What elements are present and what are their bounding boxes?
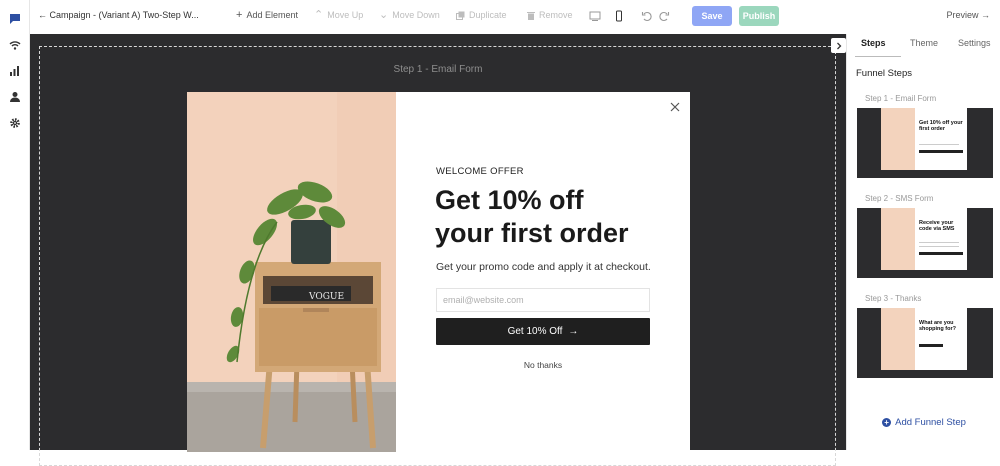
offer-subtext: Get your promo code and apply it at chec…: [436, 261, 651, 273]
desktop-view-icon[interactable]: [589, 9, 601, 21]
analytics-icon[interactable]: [6, 62, 24, 80]
step-name: Step 3 - Thanks: [865, 294, 922, 303]
right-panel: Steps Theme Settings Funnel Steps Step 1…: [846, 34, 1000, 450]
move-down-button[interactable]: ⌄ Move Down: [379, 8, 440, 21]
preview-link[interactable]: Preview →: [946, 10, 990, 20]
step-thumbnail: What are you shopping for?: [857, 308, 993, 378]
tab-theme[interactable]: Theme: [910, 38, 938, 48]
trash-icon: [527, 11, 535, 20]
add-funnel-step-button[interactable]: + Add Funnel Step: [847, 417, 1000, 428]
left-icon-rail: [0, 0, 30, 450]
popup-preview[interactable]: VOGUE WELCOME OFFER Get 10% off your fir…: [187, 92, 690, 452]
step-thumbnail: Get 10% off your first order: [857, 108, 993, 178]
tab-settings[interactable]: Settings: [958, 38, 991, 48]
funnel-step-card[interactable]: Step 2 - SMS Form Receive your code via …: [857, 194, 993, 278]
chevron-right-icon: [836, 42, 841, 49]
chat-icon[interactable]: [6, 10, 24, 28]
headline-line-1: Get 10% off: [435, 185, 584, 215]
wifi-icon[interactable]: [6, 36, 24, 54]
magazine-text: VOGUE: [308, 292, 344, 302]
cta-label: Get 10% Off: [507, 326, 563, 337]
plus-circle-icon: +: [882, 418, 892, 427]
arrow-right-icon: →: [568, 326, 579, 337]
thumbnail-text: Receive your code via SMS: [919, 220, 955, 232]
get-discount-button[interactable]: Get 10% Off →: [436, 318, 650, 345]
move-down-label: Move Down: [392, 10, 440, 20]
mobile-view-icon[interactable]: [613, 9, 625, 22]
add-funnel-step-label: Add Funnel Step: [895, 417, 966, 428]
product-photo: VOGUE: [187, 92, 396, 452]
add-element-label: Add Element: [246, 10, 298, 20]
popup-content: WELCOME OFFER Get 10% off your first ord…: [396, 92, 690, 452]
chevron-up-icon: ⌃: [314, 8, 324, 21]
plus-icon: +: [236, 8, 243, 21]
current-step-label: Step 1 - Email Form: [393, 64, 483, 75]
undo-icon[interactable]: [641, 9, 653, 22]
top-toolbar: ← Campaign - (Variant A) Two-Step W... +…: [30, 0, 1000, 34]
add-element-button[interactable]: + Add Element: [236, 8, 298, 21]
email-field[interactable]: [436, 288, 650, 312]
chevron-down-icon: ⌄: [379, 8, 389, 21]
tab-steps[interactable]: Steps: [861, 38, 886, 48]
duplicate-button[interactable]: Duplicate: [456, 10, 507, 20]
active-tab-indicator: [855, 56, 901, 57]
move-up-button[interactable]: ⌃ Move Up: [314, 8, 364, 21]
redo-icon[interactable]: [658, 9, 670, 22]
collapse-panel-button[interactable]: [831, 38, 846, 53]
step-name: Step 1 - Email Form: [865, 94, 937, 103]
funnel-step-card[interactable]: Step 3 - Thanks What are you shopping fo…: [857, 294, 993, 378]
remove-button[interactable]: Remove: [527, 10, 573, 20]
save-button[interactable]: Save: [692, 6, 732, 26]
move-up-label: Move Up: [327, 10, 364, 20]
panel-title: Funnel Steps: [856, 68, 912, 79]
thumbnail-text: What are you shopping for?: [919, 320, 956, 332]
offer-headline: Get 10% off your first order: [435, 184, 675, 250]
headline-line-2: your first order: [435, 218, 629, 248]
publish-button[interactable]: Publish: [739, 6, 779, 26]
copy-icon: [456, 11, 465, 20]
no-thanks-link[interactable]: No thanks: [396, 360, 690, 370]
remove-label: Remove: [539, 10, 573, 20]
duplicate-label: Duplicate: [469, 10, 507, 20]
back-to-campaign-link[interactable]: ← Campaign - (Variant A) Two-Step W...: [38, 10, 199, 20]
offer-eyebrow: WELCOME OFFER: [436, 166, 524, 177]
panel-tabs: Steps Theme Settings: [847, 34, 1000, 54]
step-thumbnail: Receive your code via SMS: [857, 208, 993, 278]
editor-canvas: Step 1 - Email Form VOGUE WELCOME OFFER …: [30, 34, 846, 466]
user-icon[interactable]: [6, 88, 24, 106]
thumbnail-text: Get 10% off your first order: [919, 120, 963, 132]
close-icon[interactable]: [668, 100, 682, 114]
gear-icon[interactable]: [6, 114, 24, 132]
funnel-step-card[interactable]: Step 1 - Email Form Get 10% off your fir…: [857, 94, 993, 178]
step-name: Step 2 - SMS Form: [865, 194, 934, 203]
